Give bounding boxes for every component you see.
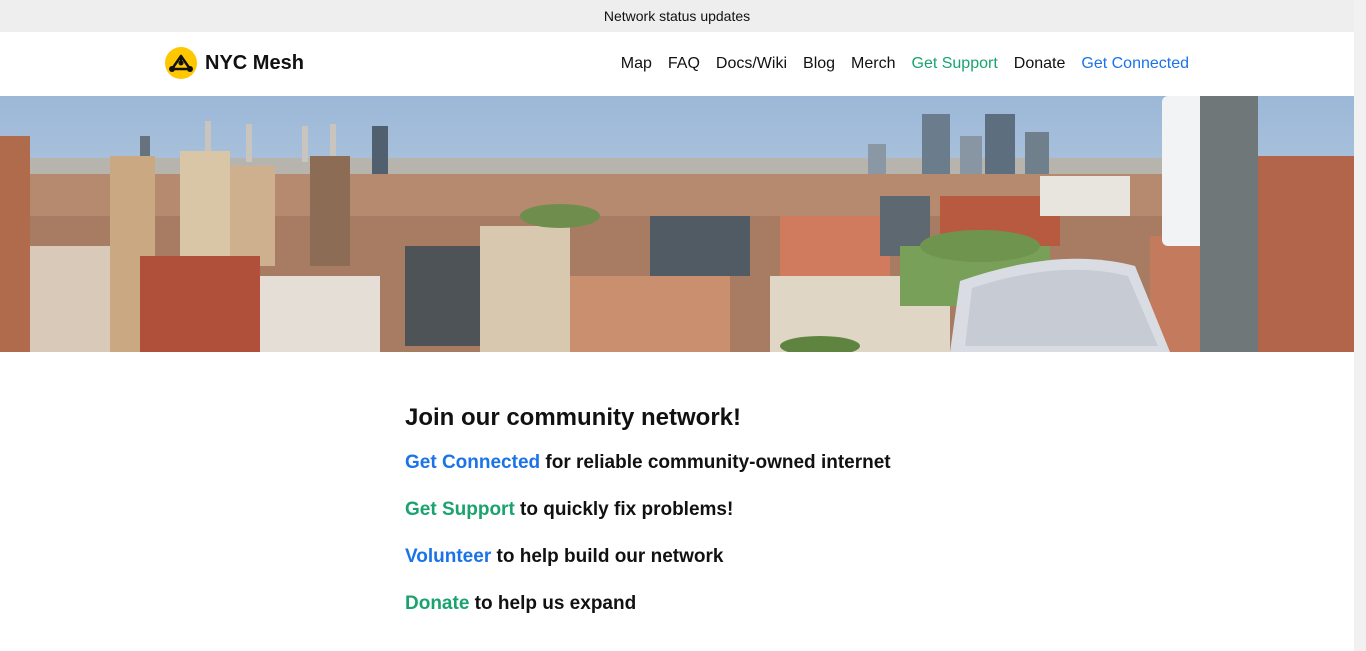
volunteer-link[interactable]: Volunteer bbox=[405, 546, 491, 567]
site-header: NYC Mesh Map FAQ Docs/Wiki Blog Merch Ge… bbox=[0, 32, 1354, 96]
get-support-link[interactable]: Get Support bbox=[405, 499, 515, 520]
cta-text: to help build our network bbox=[491, 546, 724, 567]
nav-map[interactable]: Map bbox=[621, 55, 652, 73]
brand-name: NYC Mesh bbox=[205, 51, 304, 74]
nav-merch[interactable]: Merch bbox=[851, 55, 895, 73]
cta-text: for reliable community-owned internet bbox=[540, 452, 891, 473]
cta-line-donate: Donate to help us expand bbox=[405, 591, 1105, 617]
cta-text: to quickly fix problems! bbox=[514, 499, 734, 520]
nav-blog[interactable]: Blog bbox=[803, 55, 835, 73]
get-connected-link[interactable]: Get Connected bbox=[405, 452, 540, 473]
cta-line-get-connected: Get Connected for reliable community-own… bbox=[405, 450, 1105, 476]
page-heading: Join our community network! bbox=[405, 404, 742, 431]
network-status-link[interactable]: Network status updates bbox=[604, 8, 750, 24]
nyc-mesh-logo-icon bbox=[165, 47, 197, 79]
cta-text: to help us expand bbox=[469, 593, 637, 614]
hero-skyline-image bbox=[0, 96, 1354, 352]
main-nav: Map FAQ Docs/Wiki Blog Merch Get Support… bbox=[605, 32, 1189, 96]
skyline-illustration bbox=[0, 96, 1354, 352]
brand-link[interactable]: NYC Mesh bbox=[165, 47, 304, 79]
nav-get-connected[interactable]: Get Connected bbox=[1081, 55, 1189, 73]
main-content: Join our community network! Get Connecte… bbox=[405, 404, 1105, 638]
nav-donate[interactable]: Donate bbox=[1014, 55, 1066, 73]
nav-docs-wiki[interactable]: Docs/Wiki bbox=[716, 55, 787, 73]
page-scrollbar[interactable] bbox=[1354, 0, 1366, 651]
nav-faq[interactable]: FAQ bbox=[668, 55, 700, 73]
donate-link[interactable]: Donate bbox=[405, 593, 469, 614]
network-status-bar[interactable]: Network status updates bbox=[0, 0, 1354, 32]
nav-get-support[interactable]: Get Support bbox=[912, 55, 998, 73]
cta-line-get-support: Get Support to quickly fix problems! bbox=[405, 497, 1105, 523]
cta-line-volunteer: Volunteer to help build our network bbox=[405, 544, 1105, 570]
